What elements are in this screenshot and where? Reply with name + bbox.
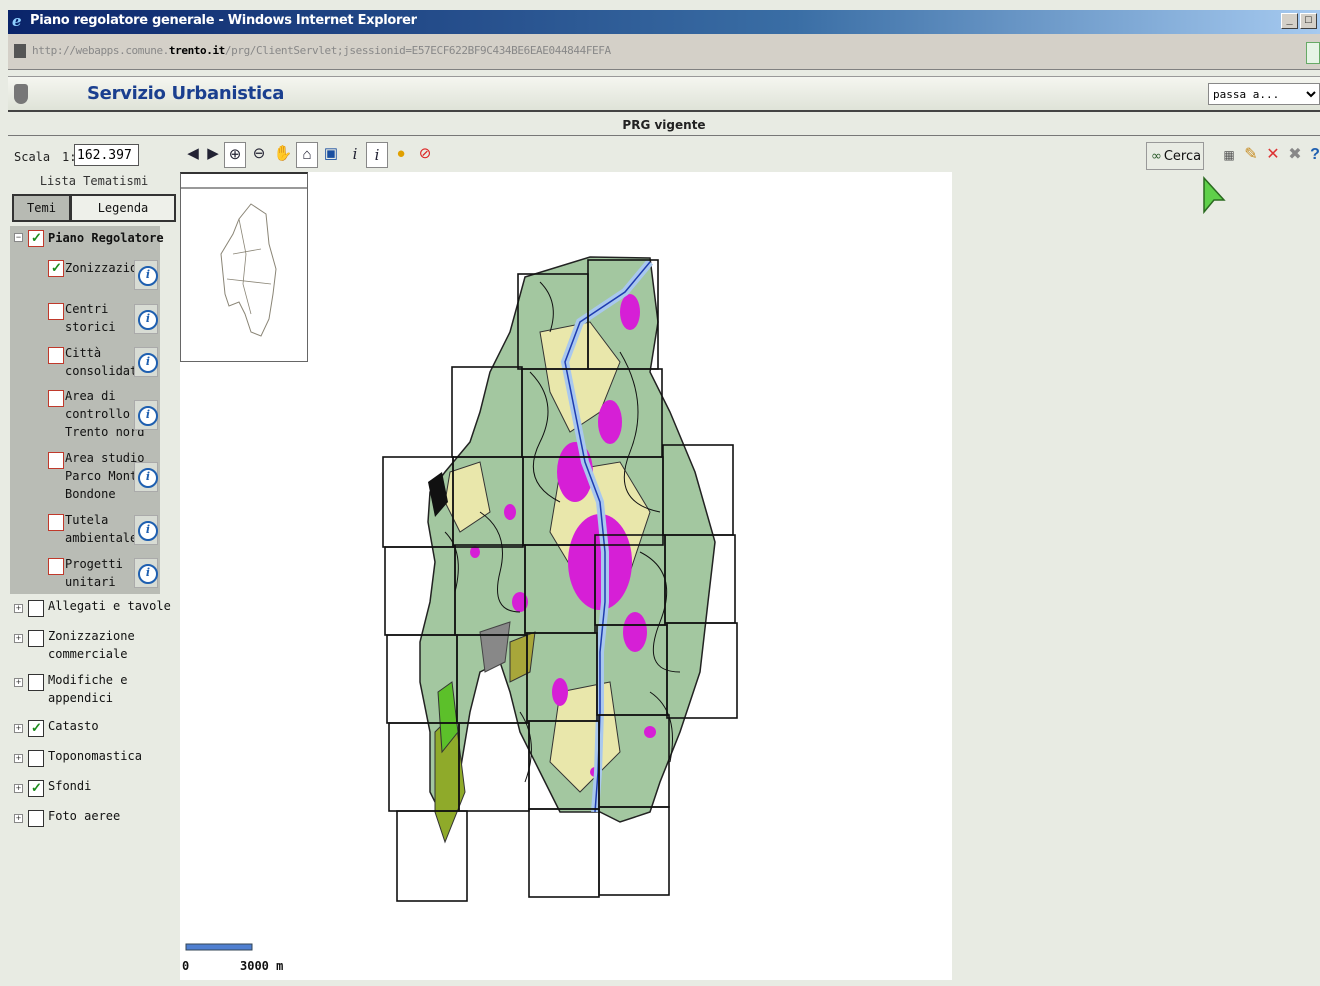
group-label-modifiche[interactable]: Modifiche e appendici bbox=[48, 671, 127, 707]
left-panel: Scala 1: Lista Tematismi Temi Legenda − … bbox=[8, 138, 180, 986]
expand-icon[interactable]: + bbox=[14, 754, 23, 763]
overview-map[interactable] bbox=[180, 172, 308, 362]
pan-hand-icon[interactable]: ✋ bbox=[272, 142, 294, 168]
expand-icon[interactable]: + bbox=[14, 678, 23, 687]
info-icon[interactable] bbox=[134, 304, 158, 334]
layer-label-citta-consolidata[interactable]: Città consolidata bbox=[65, 344, 144, 380]
jump-select[interactable]: passa a... bbox=[1208, 83, 1320, 105]
city-crest-icon bbox=[14, 84, 28, 104]
restore-button[interactable]: □ bbox=[1300, 13, 1317, 29]
collapse-icon[interactable]: − bbox=[14, 233, 23, 242]
minimize-button[interactable]: _ bbox=[1281, 13, 1298, 29]
group-label-zonizzazione-commerciale[interactable]: Zonizzazione commerciale bbox=[48, 627, 135, 663]
panel-tabs: Temi Legenda bbox=[12, 194, 176, 222]
map-title: PRG vigente bbox=[8, 116, 1320, 136]
group-label-sfondi[interactable]: Sfondi bbox=[48, 777, 91, 795]
tab-legenda[interactable]: Legenda bbox=[71, 194, 176, 222]
group-checkbox-zonizzazione-commerciale[interactable] bbox=[28, 630, 44, 647]
window-title: Piano regolatore generale - Windows Inte… bbox=[30, 13, 417, 28]
scale-bar bbox=[185, 943, 253, 951]
group-checkbox-toponomastica[interactable] bbox=[28, 750, 44, 767]
scale-label: Scala bbox=[14, 150, 51, 164]
url-text[interactable]: http://webapps.comune.trento.it/prg/Clie… bbox=[32, 44, 611, 57]
group-label-allegati[interactable]: Allegati e tavole bbox=[48, 597, 171, 615]
ie-logo-icon: e bbox=[12, 12, 22, 30]
expand-icon[interactable]: + bbox=[14, 724, 23, 733]
overview-svg bbox=[181, 187, 307, 337]
window-titlebar: e Piano regolatore generale - Windows In… bbox=[8, 10, 1320, 34]
binoculars-icon: ∞ bbox=[1151, 148, 1162, 164]
group-checkbox-catasto[interactable] bbox=[28, 720, 44, 737]
scalebar-start: 0 bbox=[182, 959, 189, 973]
group-checkbox-foto-aeree[interactable] bbox=[28, 810, 44, 827]
overview-outline bbox=[220, 203, 277, 337]
cerca-button[interactable]: ∞ Cerca bbox=[1146, 142, 1204, 170]
group-label-catasto[interactable]: Catasto bbox=[48, 717, 99, 735]
group-label-toponomastica[interactable]: Toponomastica bbox=[48, 747, 142, 765]
group-checkbox-piano-regolatore[interactable] bbox=[28, 230, 44, 247]
back-icon[interactable]: ◀ bbox=[182, 142, 204, 168]
full-extent-icon[interactable]: ▣ bbox=[320, 142, 342, 168]
layer-checkbox-area-controllo[interactable] bbox=[48, 390, 64, 407]
tools-icon[interactable]: ✖ bbox=[1284, 142, 1306, 170]
layer-checkbox-centri-storici[interactable] bbox=[48, 303, 64, 320]
info-icon[interactable] bbox=[134, 347, 158, 377]
layer-label-area-controllo[interactable]: Area di controllo Trento nord bbox=[65, 387, 144, 441]
info-icon[interactable] bbox=[134, 515, 158, 545]
info-icon[interactable] bbox=[134, 260, 158, 290]
home-extent-icon[interactable]: ⌂ bbox=[296, 142, 318, 168]
zoom-out-icon[interactable]: ⊖ bbox=[248, 142, 270, 168]
scalebar-end: 3000 m bbox=[240, 959, 283, 973]
info-icon[interactable] bbox=[134, 400, 158, 430]
layer-label-centri-storici[interactable]: Centri storici bbox=[65, 300, 116, 336]
right-toolbar: ∞ Cerca ▦ ✎ ✕ ✖ ? bbox=[1146, 138, 1320, 178]
layer-label-progetti-unitari[interactable]: Progetti unitari bbox=[65, 555, 123, 591]
help-icon[interactable]: ? bbox=[1304, 142, 1320, 170]
info-icon[interactable] bbox=[134, 558, 158, 588]
info-icon[interactable] bbox=[134, 462, 158, 492]
page-icon bbox=[14, 44, 26, 58]
group-label-piano-regolatore[interactable]: Piano Regolatore bbox=[48, 229, 164, 247]
group-checkbox-modifiche[interactable] bbox=[28, 674, 44, 691]
expand-icon[interactable]: + bbox=[14, 604, 23, 613]
mouse-cursor-icon bbox=[1203, 176, 1226, 215]
group-checkbox-allegati[interactable] bbox=[28, 600, 44, 617]
layer-label-tutela-ambientale[interactable]: Tutela ambientale bbox=[65, 511, 137, 547]
forward-icon[interactable]: ▶ bbox=[202, 142, 224, 168]
zoom-in-icon[interactable]: ⊕ bbox=[224, 142, 246, 168]
expand-icon[interactable]: + bbox=[14, 814, 23, 823]
pencil-icon[interactable]: ✎ bbox=[1240, 142, 1262, 170]
expand-icon[interactable]: + bbox=[14, 634, 23, 643]
app-header: Servizio Urbanistica passa a... bbox=[8, 76, 1320, 112]
layer-checkbox-zonizzazione[interactable] bbox=[48, 260, 64, 277]
lista-tematismi-title: Lista Tematismi bbox=[39, 174, 149, 188]
clear-selection-icon[interactable]: ⊘ bbox=[414, 142, 436, 168]
layer-checkbox-area-studio[interactable] bbox=[48, 452, 64, 469]
layer-label-area-studio[interactable]: Area studio Parco Monte Bondone bbox=[65, 449, 144, 503]
scale-input[interactable] bbox=[74, 144, 139, 166]
tab-temi[interactable]: Temi bbox=[12, 194, 71, 222]
info-point-icon[interactable]: ● bbox=[390, 142, 412, 168]
layer-checkbox-tutela-ambientale[interactable] bbox=[48, 514, 64, 531]
ruler-icon[interactable]: ▦ bbox=[1218, 142, 1240, 170]
layer-checkbox-progetti-unitari[interactable] bbox=[48, 558, 64, 575]
address-bar[interactable]: http://webapps.comune.trento.it/prg/Clie… bbox=[8, 34, 1320, 70]
group-label-foto-aeree[interactable]: Foto aeree bbox=[48, 807, 120, 825]
expand-icon[interactable]: + bbox=[14, 784, 23, 793]
group-checkbox-sfondi[interactable] bbox=[28, 780, 44, 797]
app-title: Servizio Urbanistica bbox=[87, 83, 285, 104]
delete-icon[interactable]: ✕ bbox=[1262, 142, 1284, 170]
identify-icon[interactable]: i bbox=[344, 142, 366, 168]
go-icon[interactable] bbox=[1306, 42, 1320, 64]
layer-checkbox-citta-consolidata[interactable] bbox=[48, 347, 64, 364]
identify-area-icon[interactable]: i bbox=[366, 142, 388, 168]
